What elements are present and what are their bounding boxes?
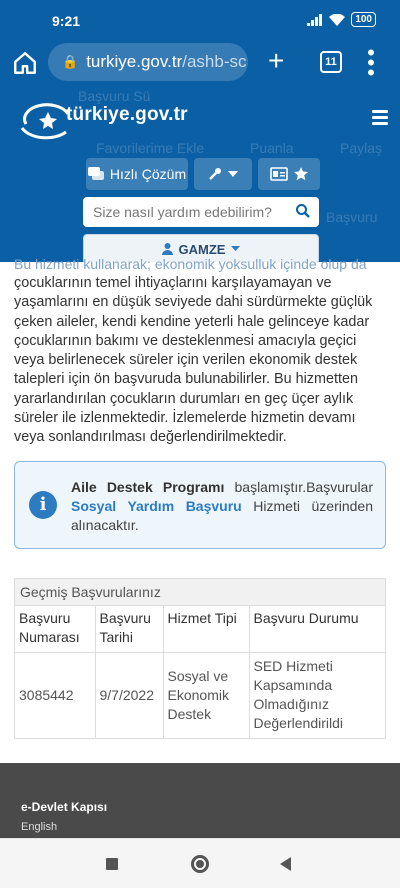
intro-partial-line: Bu hizmeti kullanarak; ekonomik yoksullu… (14, 256, 367, 272)
status-icons: 100 (307, 12, 376, 27)
search-input[interactable] (93, 204, 283, 220)
ghost-rate: Puanla (250, 140, 294, 156)
info-alert: i Aile Destek Programı başlamıştır.Başvu… (14, 461, 386, 549)
search-box (83, 197, 319, 227)
english-link[interactable]: English (21, 821, 57, 833)
star-icon (294, 167, 308, 181)
cell-application-number: 3085442 (15, 652, 96, 738)
plus-icon[interactable]: + (268, 46, 284, 76)
cell-application-date: 9/7/2022 (95, 652, 164, 738)
ghost-favorites: Favorilerime Ekle (96, 140, 205, 156)
user-name: GAMZE (178, 241, 226, 257)
user-icon (161, 243, 173, 255)
site-footer: e-Devlet Kapısı English (0, 763, 400, 838)
id-card-icon (270, 167, 288, 181)
url-bar[interactable]: 🔒 turkiye.gov.tr/ashb-sc (48, 43, 248, 81)
quick-solution-label: Hızlı Çözüm (109, 166, 187, 182)
status-bar: 9:21 100 (0, 0, 400, 40)
recents-icon[interactable] (106, 858, 118, 870)
past-applications: Geçmiş Başvurularınız Başvuru Numarası B… (14, 578, 386, 739)
column-header: Başvuru Durumu (249, 606, 385, 653)
caret-down-icon (228, 171, 238, 177)
tools-dropdown-button[interactable] (194, 158, 252, 190)
cell-application-status: SED Hizmeti Kapsamında Olmadığınız Değer… (253, 658, 344, 732)
program-name: Aile Destek Programı (71, 479, 225, 495)
ghost-share: Paylaş (340, 140, 383, 156)
lock-icon: 🔒 (62, 54, 79, 69)
status-time: 9:21 (52, 13, 81, 29)
id-card-favorites-button[interactable] (258, 158, 320, 190)
browser-toolbar: 🔒 turkiye.gov.tr/ashb-sc + 11 • • • (0, 40, 400, 86)
home-nav-icon[interactable] (191, 855, 209, 873)
wrench-icon (209, 168, 221, 180)
signal-icon (307, 13, 323, 26)
url-host: turkiye.gov.tr (86, 52, 183, 71)
info-text: Aile Destek Programı başlamıştır.Başvuru… (71, 478, 373, 535)
battery-icon: 100 (351, 12, 376, 27)
column-header: Başvuru Numarası (15, 606, 96, 653)
hamburger-icon[interactable] (372, 110, 388, 128)
table-row[interactable]: 3085442 9/7/2022 Sosyal ve Ekonomik Dest… (15, 652, 385, 738)
column-header: Hizmet Tipi (163, 606, 250, 653)
quick-solution-button[interactable]: Hızlı Çözüm (86, 158, 188, 190)
cell-service-type: Sosyal ve Ekonomik Destek (163, 652, 250, 738)
social-aid-link[interactable]: Sosyal Yardım Başvuru (71, 498, 242, 514)
column-header: Başvuru Tarihi (95, 606, 164, 653)
home-icon[interactable] (12, 50, 38, 76)
table-header-row: Başvuru Numarası Başvuru Tarihi Hizmet T… (15, 606, 385, 653)
info-icon: i (29, 491, 57, 519)
back-icon[interactable] (280, 857, 291, 871)
footer-title: e-Devlet Kapısı (21, 800, 108, 814)
wifi-icon (329, 13, 346, 26)
service-description: çocuklarının temel ihtiyaçlarını karşıla… (14, 275, 373, 446)
url-path: /ashb-sc (182, 52, 247, 71)
menu-dots-icon[interactable]: • • • (366, 42, 376, 84)
past-applications-title: Geçmiş Başvurularınız (15, 579, 385, 606)
applications-table: Başvuru Numarası Başvuru Tarihi Hizmet T… (15, 606, 385, 738)
logo-text: türkiye.gov.tr (66, 104, 188, 125)
site-header: Başvuru Sü Favorilerime Ekle Puanla Payl… (0, 86, 400, 262)
chat-icon (87, 167, 104, 180)
search-icon[interactable] (295, 203, 311, 219)
info-text-1: başlamıştır.Başvurular (224, 479, 374, 495)
system-nav-bar (0, 838, 400, 888)
ghost-apply: Başvuru (326, 209, 378, 225)
caret-down-icon (231, 246, 241, 251)
tabs-icon[interactable]: 11 (320, 51, 342, 73)
